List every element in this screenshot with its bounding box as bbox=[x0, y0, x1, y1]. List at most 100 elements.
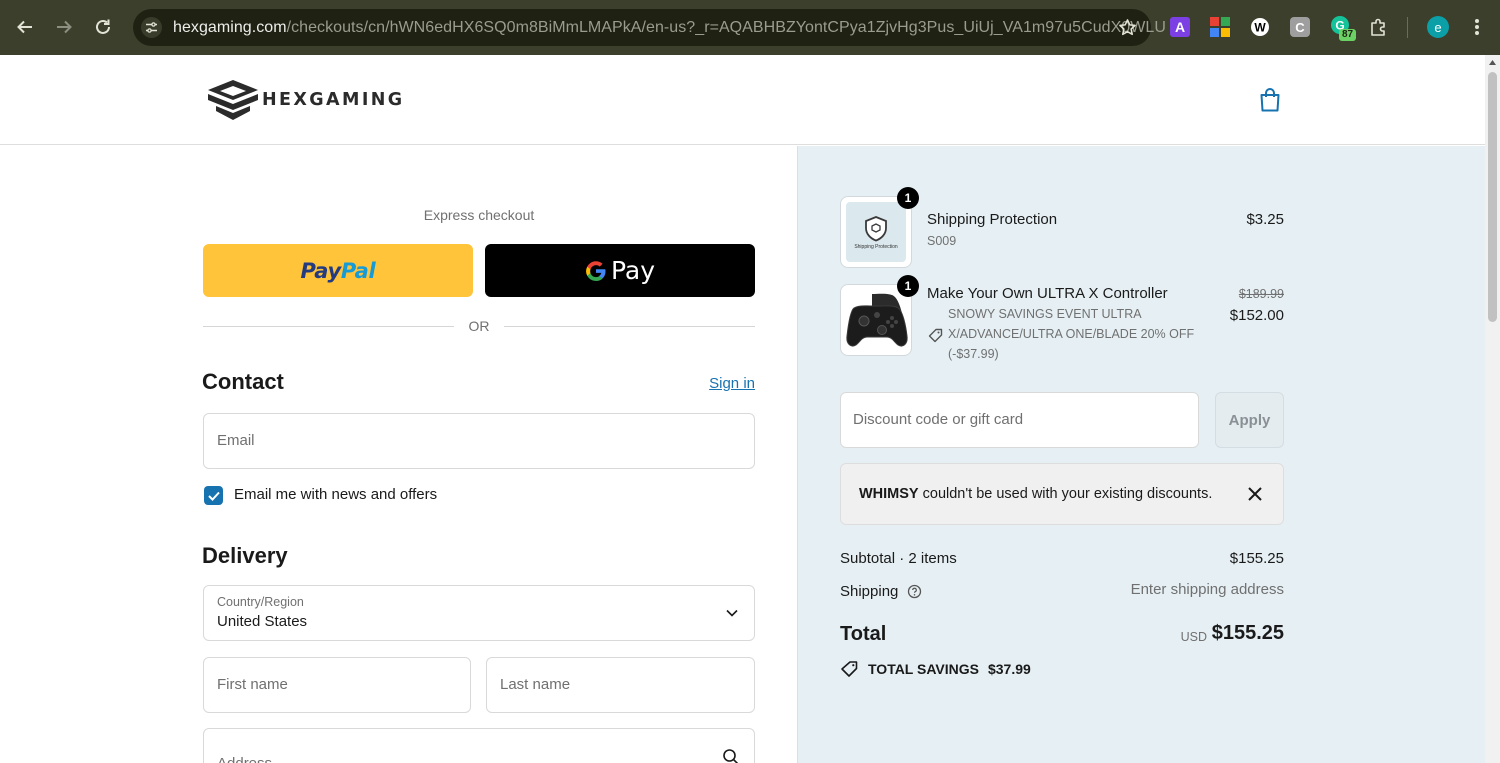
checkmark-icon bbox=[207, 491, 220, 501]
search-icon bbox=[723, 749, 739, 763]
item-original-price: $189.99 bbox=[1238, 287, 1284, 301]
profile-initial: e bbox=[1434, 19, 1442, 35]
savings-value: $37.99 bbox=[987, 661, 1031, 677]
address-placeholder: Address bbox=[217, 737, 272, 763]
paypal-button[interactable]: Pay Pal bbox=[203, 244, 473, 297]
country-select[interactable]: Country/Region United States bbox=[203, 585, 755, 641]
total-value: $155.25 bbox=[1211, 622, 1284, 644]
discount-line-2: X/ADVANCE/ULTRA ONE/BLADE 20% OFF bbox=[948, 327, 1195, 341]
delivery-title: Delivery bbox=[202, 543, 288, 568]
item-thumbnail-shipping-protection: Shipping Protection 1 bbox=[840, 187, 919, 268]
checkout-page: HEXGAMING Express checkout Pay Pal Pay OR… bbox=[0, 55, 1485, 763]
help-circle-icon[interactable] bbox=[907, 584, 922, 599]
address-field[interactable]: Address bbox=[203, 728, 755, 763]
hex-logo-icon bbox=[208, 80, 258, 120]
item-name-shipping-protection: Shipping Protection bbox=[927, 211, 1058, 228]
savings-label: TOTAL SAVINGS bbox=[868, 661, 979, 677]
email-field[interactable]: Email bbox=[203, 413, 755, 469]
paypal-label-pay: Pay bbox=[300, 258, 342, 283]
forward-icon[interactable] bbox=[51, 14, 77, 40]
site-settings-icon[interactable] bbox=[141, 17, 162, 38]
country-label: Country/Region bbox=[217, 595, 304, 609]
email-placeholder: Email bbox=[217, 432, 255, 449]
address-bar[interactable]: hexgaming.com/checkouts/cn/hWN6edHX6SQ0m… bbox=[133, 9, 1166, 46]
scrollbar-thumb[interactable] bbox=[1488, 72, 1497, 322]
item-price-shipping-protection: $3.25 bbox=[1246, 211, 1284, 228]
svg-text:W: W bbox=[1254, 21, 1266, 35]
browser-toolbar: hexgaming.com/checkouts/cn/hWN6edHX6SQ0m… bbox=[0, 0, 1500, 55]
hexgaming-logo[interactable]: HEXGAMING bbox=[206, 77, 405, 123]
last-name-field[interactable]: Last name bbox=[486, 657, 755, 713]
url-path: /checkouts/cn/hWN6edHX6SQ0m8BiMmLMAPkA/e… bbox=[286, 19, 1166, 36]
quantity-badge: 1 bbox=[897, 187, 919, 209]
shipping-label: Shipping bbox=[840, 581, 922, 600]
item-sku: S009 bbox=[927, 234, 957, 248]
notice-code: WHIMSY bbox=[859, 486, 919, 502]
subtotal-value: $155.25 bbox=[1229, 550, 1284, 567]
country-value: United States bbox=[217, 613, 308, 630]
contact-title: Contact bbox=[202, 369, 284, 394]
google-pay-button[interactable]: Pay bbox=[485, 244, 755, 297]
or-divider: OR bbox=[203, 317, 755, 335]
svg-text:A: A bbox=[1175, 19, 1185, 35]
extension-a-icon[interactable]: A bbox=[1170, 17, 1190, 37]
item-thumbnail-controller: 1 bbox=[840, 275, 919, 356]
extension-c-icon[interactable]: C bbox=[1290, 17, 1310, 37]
extension-grid-icon[interactable] bbox=[1210, 17, 1230, 37]
discount-line-3: (-$37.99) bbox=[948, 347, 999, 361]
discount-line-1: SNOWY SAVINGS EVENT ULTRA bbox=[948, 307, 1142, 321]
item-name-controller: Make Your Own ULTRA X Controller bbox=[927, 285, 1168, 302]
scroll-up-icon[interactable] bbox=[1489, 60, 1496, 65]
discount-placeholder: Discount code or gift card bbox=[853, 411, 1024, 428]
discount-tag-icon bbox=[928, 328, 943, 343]
discount-error-notice: WHIMSY couldn't be used with your existi… bbox=[840, 463, 1284, 525]
url-host: hexgaming.com bbox=[173, 19, 287, 36]
first-name-field[interactable]: First name bbox=[203, 657, 471, 713]
toolbar-divider bbox=[1407, 17, 1408, 38]
google-g-icon bbox=[586, 260, 606, 281]
browser-menu-icon[interactable] bbox=[1467, 17, 1487, 37]
back-icon[interactable] bbox=[12, 14, 38, 40]
shipping-label-text: Shipping bbox=[840, 583, 899, 600]
logo-text: HEXGAMING bbox=[262, 90, 405, 110]
extension-w-icon[interactable]: W bbox=[1250, 17, 1270, 37]
svg-text:C: C bbox=[1295, 20, 1305, 35]
page-scrollbar[interactable] bbox=[1485, 55, 1500, 763]
notice-text: couldn't be used with your existing disc… bbox=[918, 486, 1213, 502]
newsletter-checkbox[interactable] bbox=[204, 486, 223, 505]
total-savings: TOTAL SAVINGS $37.99 bbox=[840, 660, 1031, 678]
total-label: Total bbox=[840, 623, 887, 645]
item-price-controller: $152.00 bbox=[1229, 307, 1284, 324]
quantity-badge: 1 bbox=[897, 275, 919, 297]
last-name-placeholder: Last name bbox=[500, 676, 571, 693]
close-icon[interactable] bbox=[1247, 486, 1263, 502]
paypal-label-pal: Pal bbox=[340, 258, 376, 283]
controller-image bbox=[846, 293, 908, 347]
extension-grammar-icon[interactable]: G 87 bbox=[1330, 16, 1356, 41]
extension-badge: 87 bbox=[1342, 29, 1354, 40]
chevron-down-icon bbox=[726, 609, 738, 617]
express-checkout-title: Express checkout bbox=[423, 207, 535, 223]
first-name-placeholder: First name bbox=[217, 676, 288, 693]
google-pay-label: Pay bbox=[610, 256, 656, 285]
shipping-protection-image: Shipping Protection bbox=[846, 202, 906, 262]
thumb-caption: Shipping Protection bbox=[854, 243, 898, 250]
shield-icon bbox=[865, 215, 887, 241]
url-text: hexgaming.com/checkouts/cn/hWN6edHX6SQ0m… bbox=[173, 9, 1166, 46]
cart-bag-icon[interactable] bbox=[1258, 87, 1282, 113]
newsletter-label: Email me with news and offers bbox=[234, 486, 438, 503]
total-currency: USD bbox=[1180, 630, 1207, 644]
shipping-value: Enter shipping address bbox=[1130, 581, 1284, 598]
apply-button[interactable]: Apply bbox=[1215, 392, 1284, 448]
notice-message: WHIMSY couldn't be used with your existi… bbox=[859, 464, 1212, 524]
site-header: HEXGAMING bbox=[0, 55, 1485, 145]
extensions-puzzle-icon[interactable] bbox=[1369, 17, 1389, 37]
discount-code-input[interactable]: Discount code or gift card bbox=[840, 392, 1199, 448]
reload-icon[interactable] bbox=[90, 14, 116, 40]
subtotal-label: Subtotal · 2 items bbox=[840, 550, 957, 567]
divider-line-right bbox=[504, 326, 755, 327]
bookmark-star-icon[interactable] bbox=[1118, 18, 1137, 42]
savings-tag-icon bbox=[841, 661, 858, 677]
profile-avatar[interactable]: e bbox=[1427, 16, 1449, 38]
sign-in-link[interactable]: Sign in bbox=[709, 375, 755, 392]
